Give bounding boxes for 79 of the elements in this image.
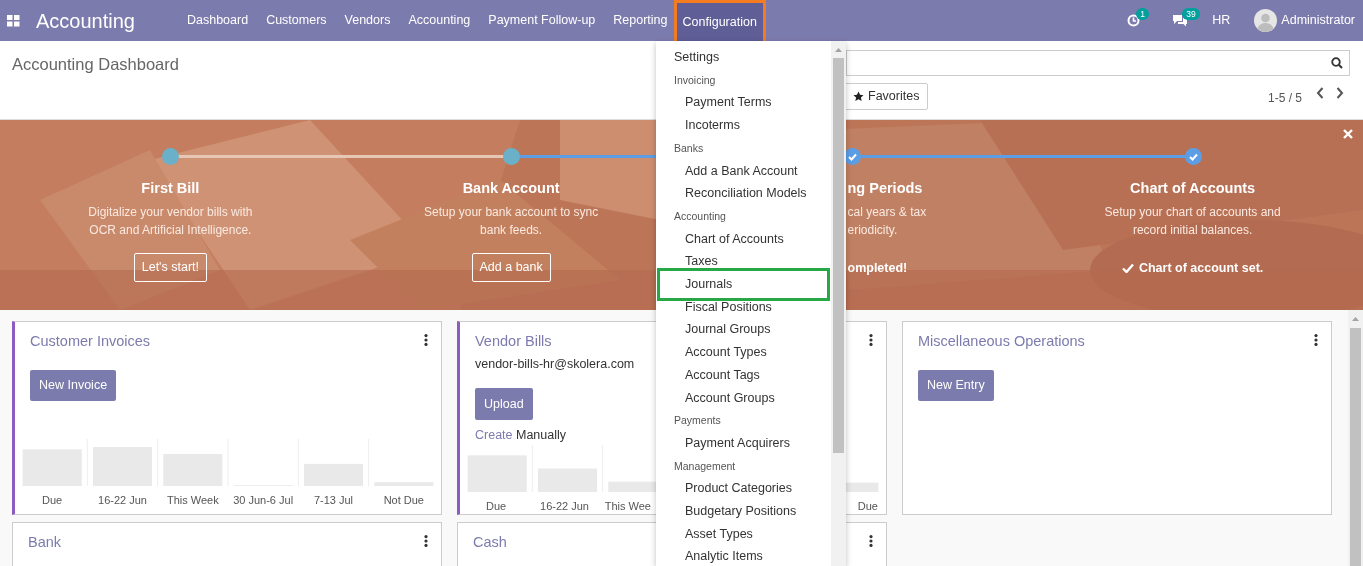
app-title: Accounting xyxy=(36,8,135,34)
action-button[interactable]: New Invoice xyxy=(30,369,117,401)
step-title: First Bill xyxy=(141,180,200,198)
step-description: cal years & tax eriodicity. xyxy=(847,204,927,240)
menu-item[interactable]: Payment Terms xyxy=(656,91,831,115)
menu-item[interactable]: Account Tags xyxy=(656,363,831,387)
chart-label: This Wee xyxy=(604,499,651,514)
chart-label: Due xyxy=(42,493,63,508)
nav-menu-item[interactable]: Dashboard xyxy=(177,0,258,41)
chart-label: Not Due xyxy=(383,493,424,508)
menu-section-header: Banks xyxy=(673,140,705,156)
chart-label: This Week xyxy=(166,493,219,508)
menu-item[interactable]: Reconciliation Models xyxy=(656,182,831,205)
menu-item[interactable]: Add a Bank Account xyxy=(656,159,831,183)
kebab-menu-icon[interactable] xyxy=(424,334,428,346)
card-title[interactable]: Cash xyxy=(473,532,507,554)
card-title[interactable]: Miscellaneous Operations xyxy=(918,331,1085,353)
step-title: Chart of Accounts xyxy=(1130,180,1256,198)
card-title[interactable]: Bank xyxy=(28,532,62,554)
menu-item[interactable]: Product Categories xyxy=(656,477,831,501)
kebab-menu-icon[interactable] xyxy=(424,535,428,547)
menu-item[interactable]: Journal Groups xyxy=(656,318,831,342)
menu-item[interactable]: Budgetary Positions xyxy=(656,500,831,523)
create-manually-text: Create Manually xyxy=(475,427,567,445)
kebab-menu-icon[interactable] xyxy=(869,535,873,547)
action-button[interactable]: Upload xyxy=(475,387,533,421)
create-link[interactable]: Create xyxy=(475,428,513,443)
user-avatar[interactable] xyxy=(1254,9,1278,32)
clock-icon[interactable] xyxy=(1127,14,1141,27)
nav-menu-item[interactable]: Customers xyxy=(257,0,336,41)
menu-section-header: Invoicing xyxy=(673,72,717,88)
step-description: Digitalize your vendor bills with OCR and Artificial Intelligence. xyxy=(88,204,253,240)
email-address: vendor-bills-hr@skolera.com xyxy=(475,355,635,373)
menu-item[interactable]: Incoterms xyxy=(656,114,831,137)
pager-text: 1-5 / 5 xyxy=(1267,89,1302,107)
check-icon xyxy=(1121,263,1134,274)
step-description: Setup your bank account to sync bank feeds. xyxy=(424,204,599,240)
menu-item[interactable]: Account Groups xyxy=(656,386,831,410)
step-button[interactable]: Add a bank xyxy=(471,252,551,282)
menu-section-header: Accounting xyxy=(673,208,727,224)
notification-badge: 1 xyxy=(1136,8,1150,20)
chart-label: 7-13 Jul xyxy=(313,493,354,508)
step-description: Setup your chart of accounts and record initial balances. xyxy=(1104,204,1281,240)
menu-item[interactable]: Payment Acquirers xyxy=(656,431,831,455)
menu-section-header: Payments xyxy=(673,413,722,429)
apps-menu-icon[interactable] xyxy=(7,14,20,27)
action-button[interactable]: New Entry xyxy=(918,369,994,401)
chart-label: 16-22 Jun xyxy=(98,493,147,508)
step-title: ng Periods xyxy=(847,180,923,198)
menu-item[interactable]: Account Types xyxy=(656,341,831,364)
step-status: ompleted! xyxy=(847,259,908,277)
kebab-menu-icon[interactable] xyxy=(1314,334,1318,346)
company-switcher[interactable]: HR xyxy=(1212,11,1231,30)
chart-label: 30 Jun-6 Jul xyxy=(233,493,294,508)
favorites-button[interactable]: Favorites xyxy=(844,82,929,110)
breadcrumb-title: Accounting Dashboard xyxy=(12,54,179,75)
card-title[interactable]: Vendor Bills xyxy=(475,331,552,353)
search-icon[interactable] xyxy=(1331,57,1343,69)
menu-item[interactable]: Journals xyxy=(657,268,830,301)
nav-menu-item[interactable]: Vendors xyxy=(335,0,400,41)
menu-item[interactable]: Asset Types xyxy=(656,522,831,546)
step-title: Bank Account xyxy=(462,180,560,198)
card-title[interactable]: Customer Invoices xyxy=(30,331,151,353)
search-field[interactable] xyxy=(846,50,1350,76)
close-icon[interactable] xyxy=(1343,129,1353,139)
menu-item[interactable]: Settings xyxy=(656,46,831,69)
kebab-menu-icon[interactable] xyxy=(869,334,873,346)
chart-label: Due xyxy=(486,499,507,514)
menu-item[interactable]: Analytic Items xyxy=(656,545,831,566)
message-badge: 39 xyxy=(1182,8,1200,20)
user-name[interactable]: Administrator xyxy=(1281,11,1355,30)
nav-menu-item[interactable]: Payment Follow-up xyxy=(479,0,605,41)
star-icon xyxy=(853,90,864,102)
nav-menu-item[interactable]: Accounting xyxy=(399,0,480,41)
chart-label: 16-22 Jun xyxy=(540,499,589,514)
menu-item[interactable]: Chart of Accounts xyxy=(656,227,831,251)
step-status: Chart of account set. xyxy=(1138,259,1264,277)
menu-section-header: Management xyxy=(673,458,737,474)
chart-label: Due xyxy=(857,499,878,514)
